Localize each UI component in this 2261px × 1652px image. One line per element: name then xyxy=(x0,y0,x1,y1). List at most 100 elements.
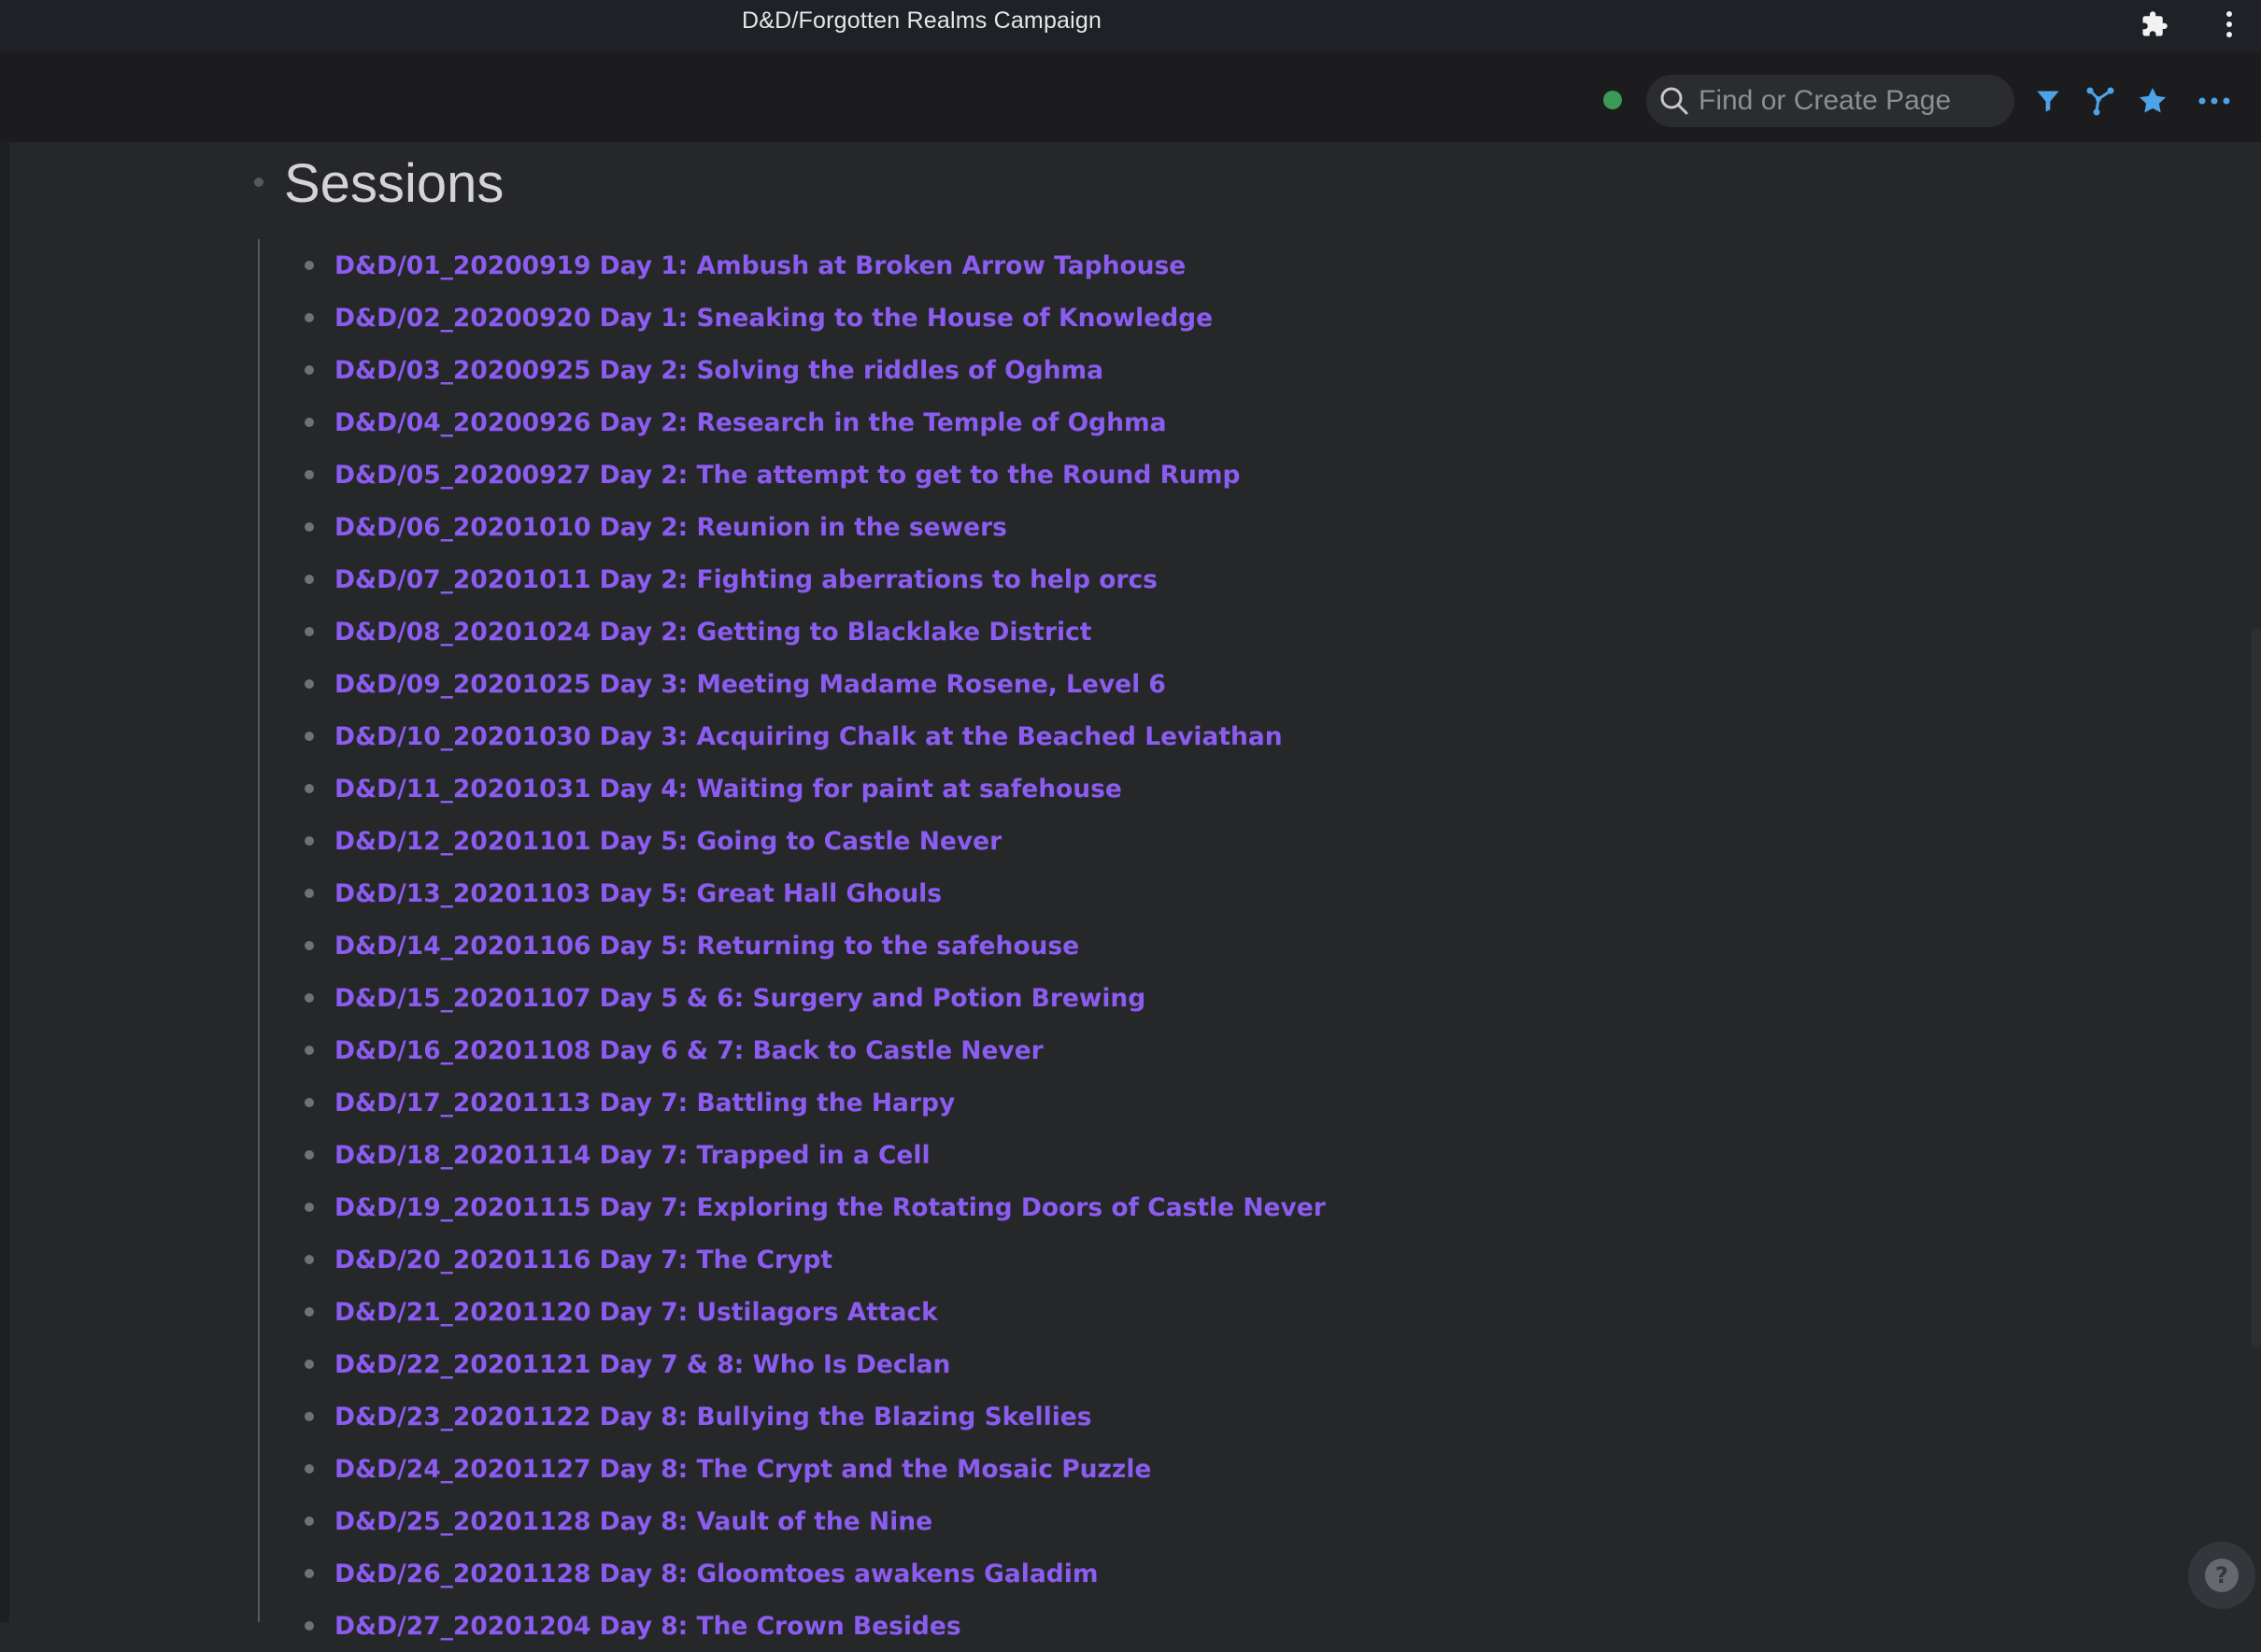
more-options-button[interactable] xyxy=(2196,82,2233,120)
list-item: D&D/01_20200919 Day 1: Ambush at Broken … xyxy=(305,239,1186,292)
puzzle-icon[interactable] xyxy=(2138,7,2171,41)
list-item: D&D/23_20201122 Day 8: Bullying the Blaz… xyxy=(305,1390,1092,1443)
list-bullet[interactable] xyxy=(305,836,314,846)
session-page-link[interactable]: D&D/17_20201113 Day 7: Battling the Harp… xyxy=(334,1089,955,1118)
session-page-link[interactable]: D&D/09_20201025 Day 3: Meeting Madame Ro… xyxy=(334,670,1166,699)
session-page-link[interactable]: D&D/26_20201128 Day 8: Gloomtoes awakens… xyxy=(334,1559,1098,1588)
list-bullet[interactable] xyxy=(305,1307,314,1317)
session-page-link[interactable]: D&D/05_20200927 Day 2: The attempt to ge… xyxy=(334,461,1240,490)
list-item: D&D/24_20201127 Day 8: The Crypt and the… xyxy=(305,1443,1151,1495)
left-sidebar-edge xyxy=(0,142,9,1622)
list-bullet[interactable] xyxy=(305,784,314,793)
session-page-link[interactable]: D&D/08_20201024 Day 2: Getting to Blackl… xyxy=(334,618,1091,647)
list-bullet[interactable] xyxy=(305,365,314,375)
list-item: D&D/21_20201120 Day 7: Ustilagors Attack xyxy=(305,1286,938,1338)
session-page-link[interactable]: D&D/14_20201106 Day 5: Returning to the … xyxy=(334,932,1079,961)
session-page-link[interactable]: D&D/18_20201114 Day 7: Trapped in a Cell xyxy=(334,1141,931,1170)
search-icon xyxy=(1660,87,1688,115)
list-bullet[interactable] xyxy=(305,1098,314,1107)
list-item: D&D/12_20201101 Day 5: Going to Castle N… xyxy=(305,815,1002,867)
sync-status-indicator xyxy=(1603,91,1622,109)
list-bullet[interactable] xyxy=(305,1046,314,1055)
session-page-link[interactable]: D&D/12_20201101 Day 5: Going to Castle N… xyxy=(334,827,1002,856)
list-item: D&D/13_20201103 Day 5: Great Hall Ghouls xyxy=(305,867,942,919)
list-item: D&D/22_20201121 Day 7 & 8: Who Is Declan xyxy=(305,1338,950,1390)
list-item: D&D/06_20201010 Day 2: Reunion in the se… xyxy=(305,501,1007,553)
window-title: D&D/Forgotten Realms Campaign xyxy=(742,7,1102,34)
session-page-link[interactable]: D&D/13_20201103 Day 5: Great Hall Ghouls xyxy=(334,879,942,908)
list-bullet[interactable] xyxy=(305,1150,314,1160)
list-bullet[interactable] xyxy=(305,1464,314,1474)
list-bullet[interactable] xyxy=(305,1569,314,1578)
search-input[interactable] xyxy=(1699,82,1998,120)
session-page-link[interactable]: D&D/25_20201128 Day 8: Vault of the Nine xyxy=(334,1507,932,1536)
list-item: D&D/05_20200927 Day 2: The attempt to ge… xyxy=(305,449,1240,501)
list-item: D&D/27_20201204 Day 8: The Crown Besides xyxy=(305,1600,961,1652)
list-bullet[interactable] xyxy=(305,993,314,1003)
list-bullet[interactable] xyxy=(305,470,314,479)
list-item: D&D/20_20201116 Day 7: The Crypt xyxy=(305,1233,832,1286)
session-page-link[interactable]: D&D/01_20200919 Day 1: Ambush at Broken … xyxy=(334,251,1186,280)
list-item: D&D/14_20201106 Day 5: Returning to the … xyxy=(305,919,1079,972)
filter-button[interactable] xyxy=(2029,82,2067,120)
list-bullet[interactable] xyxy=(305,575,314,584)
favorite-button[interactable] xyxy=(2134,82,2171,120)
help-icon: ? xyxy=(2205,1559,2239,1592)
list-bullet[interactable] xyxy=(305,679,314,689)
list-bullet[interactable] xyxy=(305,889,314,898)
list-item: D&D/04_20200926 Day 2: Research in the T… xyxy=(305,396,1166,449)
session-page-link[interactable]: D&D/06_20201010 Day 2: Reunion in the se… xyxy=(334,513,1007,542)
session-page-link[interactable]: D&D/07_20201011 Day 2: Fighting aberrati… xyxy=(334,565,1158,594)
list-item: D&D/19_20201115 Day 7: Exploring the Rot… xyxy=(305,1181,1326,1233)
title-bar: D&D/Forgotten Realms Campaign xyxy=(0,0,2261,52)
list-item: D&D/07_20201011 Day 2: Fighting aberrati… xyxy=(305,553,1158,605)
list-bullet[interactable] xyxy=(305,1517,314,1526)
list-bullet[interactable] xyxy=(305,627,314,636)
graph-button[interactable] xyxy=(2082,82,2119,120)
session-page-link[interactable]: D&D/23_20201122 Day 8: Bullying the Blaz… xyxy=(334,1403,1092,1431)
session-page-link[interactable]: D&D/19_20201115 Day 7: Exploring the Rot… xyxy=(334,1193,1326,1222)
session-page-link[interactable]: D&D/10_20201030 Day 3: Acquiring Chalk a… xyxy=(334,722,1283,751)
list-item: D&D/16_20201108 Day 6 & 7: Back to Castl… xyxy=(305,1024,1044,1076)
session-page-link[interactable]: D&D/16_20201108 Day 6 & 7: Back to Castl… xyxy=(334,1036,1044,1065)
search-box[interactable] xyxy=(1646,75,2014,127)
kebab-menu-icon[interactable] xyxy=(2212,7,2246,41)
list-bullet[interactable] xyxy=(305,1360,314,1369)
page-heading: Sessions xyxy=(284,153,505,214)
session-page-link[interactable]: D&D/11_20201031 Day 4: Waiting for paint… xyxy=(334,775,1122,804)
list-bullet[interactable] xyxy=(305,1203,314,1212)
list-bullet[interactable] xyxy=(305,941,314,950)
session-page-link[interactable]: D&D/04_20200926 Day 2: Research in the T… xyxy=(334,408,1166,437)
list-bullet[interactable] xyxy=(305,522,314,532)
list-bullet[interactable] xyxy=(305,1621,314,1631)
list-item: D&D/02_20200920 Day 1: Sneaking to the H… xyxy=(305,292,1213,344)
list-item: D&D/17_20201113 Day 7: Battling the Harp… xyxy=(305,1076,955,1129)
heading-bullet[interactable] xyxy=(254,178,263,187)
session-page-link[interactable]: D&D/20_20201116 Day 7: The Crypt xyxy=(334,1246,832,1275)
list-bullet[interactable] xyxy=(305,261,314,270)
toolbar xyxy=(0,52,2261,142)
session-page-link[interactable]: D&D/15_20201107 Day 5 & 6: Surgery and P… xyxy=(334,984,1145,1013)
list-bullet[interactable] xyxy=(305,313,314,322)
star-icon xyxy=(2140,88,2166,113)
scrollbar[interactable] xyxy=(2252,628,2261,1347)
list-item: D&D/10_20201030 Day 3: Acquiring Chalk a… xyxy=(305,710,1283,762)
list-bullet[interactable] xyxy=(305,418,314,427)
help-button[interactable]: ? xyxy=(2188,1542,2255,1609)
session-page-link[interactable]: D&D/22_20201121 Day 7 & 8: Who Is Declan xyxy=(334,1350,950,1379)
session-page-link[interactable]: D&D/24_20201127 Day 8: The Crypt and the… xyxy=(334,1455,1151,1484)
graph-icon xyxy=(2086,87,2114,116)
session-page-link[interactable]: D&D/02_20200920 Day 1: Sneaking to the H… xyxy=(334,304,1213,333)
session-page-link[interactable]: D&D/03_20200925 Day 2: Solving the riddl… xyxy=(334,356,1103,385)
list-item: D&D/18_20201114 Day 7: Trapped in a Cell xyxy=(305,1129,931,1181)
outline-guide-line xyxy=(258,239,260,1622)
list-bullet[interactable] xyxy=(305,1412,314,1421)
more-icon xyxy=(2198,97,2230,105)
session-page-link[interactable]: D&D/27_20201204 Day 8: The Crown Besides xyxy=(334,1612,961,1641)
list-bullet[interactable] xyxy=(305,1255,314,1264)
session-page-link[interactable]: D&D/21_20201120 Day 7: Ustilagors Attack xyxy=(334,1298,938,1327)
svg-text:?: ? xyxy=(2215,1562,2228,1588)
list-bullet[interactable] xyxy=(305,732,314,741)
filter-icon xyxy=(2037,91,2059,112)
list-item: D&D/11_20201031 Day 4: Waiting for paint… xyxy=(305,762,1122,815)
